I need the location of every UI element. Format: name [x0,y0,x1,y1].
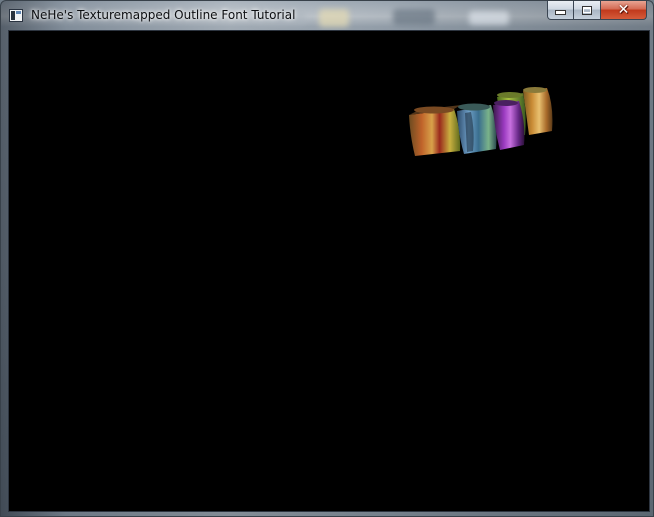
title-bar[interactable]: NeHe's Texturemapped Outline Font Tutori… [1,1,653,29]
rendered-scene [409,87,553,156]
font-glyph [409,105,461,156]
window-title: NeHe's Texturemapped Outline Font Tutori… [31,8,296,22]
font-glyph [493,100,525,150]
minimize-icon [555,10,566,15]
close-icon: ✕ [617,2,630,18]
maximize-button[interactable] [574,1,601,20]
caption-buttons: ✕ [547,1,647,21]
application-window: NeHe's Texturemapped Outline Font Tutori… [0,0,654,517]
font-glyph [457,103,497,154]
close-button[interactable]: ✕ [601,1,647,20]
minimize-button[interactable] [547,1,574,20]
font-glyph [523,87,553,135]
opengl-app-icon[interactable] [9,9,23,22]
opengl-viewport[interactable] [8,30,650,512]
maximize-icon [582,5,592,15]
